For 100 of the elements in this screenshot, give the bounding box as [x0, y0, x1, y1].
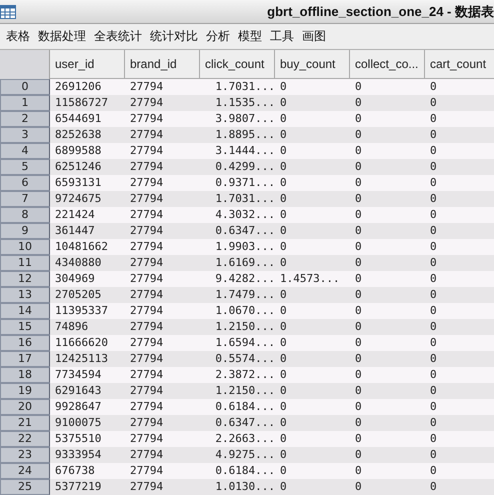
- table-cell-text: 27794: [129, 479, 164, 495]
- row-header: 4: [0, 143, 50, 159]
- table-cell-text: 0: [354, 319, 363, 335]
- table-cell-text: 0: [279, 479, 288, 495]
- table-cell-text: 0.6184...: [214, 399, 275, 415]
- table-cell-text: 676738: [54, 463, 96, 479]
- table-cell-text: 0: [279, 159, 288, 175]
- table-cell-text: 7734594: [54, 367, 102, 383]
- table-cell-text: 2705205: [54, 287, 102, 303]
- row-header: 6: [0, 175, 50, 191]
- menu-item[interactable]: 工具: [270, 28, 294, 45]
- table-cell-text: 0.6347...: [214, 223, 275, 239]
- table-cell-text: 0: [279, 239, 288, 255]
- table-cell-text: 1.2150...: [214, 383, 275, 399]
- table-cell-text: 0: [354, 159, 363, 175]
- table-cell-text: 0: [354, 447, 363, 463]
- table-cell-text: 4.9275...: [214, 447, 275, 463]
- table-cell-text: 2.3872...: [214, 367, 275, 383]
- table-cell-text: 0.6184...: [214, 463, 275, 479]
- table-cell-text: 0: [354, 175, 363, 191]
- table-cell-text: 1.4573...: [279, 271, 341, 287]
- column-header[interactable]: buy_count: [275, 50, 350, 79]
- row-header: 22: [0, 431, 50, 447]
- table-cell-text: 1.9903...: [214, 239, 275, 255]
- table-cell-text: 27794: [129, 79, 164, 95]
- table-cell-text: 9.4282...: [214, 271, 275, 287]
- table-cell-text: 10481662: [54, 239, 109, 255]
- row-header: 5: [0, 159, 50, 175]
- table-cell-text: 0: [354, 287, 363, 303]
- corner-header: [0, 50, 50, 79]
- table-cell-text: 0.4299...: [214, 159, 275, 175]
- table-cell-text: 0: [279, 463, 288, 479]
- table-cell-text: 3.9807...: [214, 111, 275, 127]
- table-cell-text: 8252638: [54, 127, 102, 143]
- row-header: 18: [0, 367, 50, 383]
- table-cell-text: 0: [429, 415, 438, 431]
- row-header: 24: [0, 463, 50, 479]
- table-cell-text: 0: [279, 207, 288, 223]
- table-cell-text: 12425113: [54, 351, 109, 367]
- table-cell-text: 0: [429, 287, 438, 303]
- table-cell-text: 27794: [129, 95, 164, 111]
- table-cell-text: 1.6169...: [214, 255, 275, 271]
- table-cell-text: 27794: [129, 335, 164, 351]
- table-cell-text: 0: [429, 95, 438, 111]
- table-cell-text: 3.1444...: [214, 143, 275, 159]
- menu-item[interactable]: 模型: [238, 28, 262, 45]
- table-cell-text: 0: [354, 191, 363, 207]
- table-cell-text: 1.1535...: [214, 95, 275, 111]
- table-cell-text: 27794: [129, 159, 164, 175]
- table-cell-text: 6899588: [54, 143, 102, 159]
- menu-item[interactable]: 统计对比: [150, 28, 198, 45]
- table-cell-text: 9333954: [54, 447, 102, 463]
- table-cell-text: 0: [279, 143, 288, 159]
- table-cell-text: 0: [354, 303, 363, 319]
- column-header[interactable]: cart_count: [425, 50, 494, 79]
- table-cell-text: 0: [279, 223, 288, 239]
- table-cell-text: 11586727: [54, 95, 109, 111]
- table-cell-text: 0: [429, 463, 438, 479]
- menu-item[interactable]: 画图: [302, 28, 326, 45]
- table-cell-text: 0: [429, 335, 438, 351]
- column-header[interactable]: brand_id: [125, 50, 200, 79]
- menu-item[interactable]: 分析: [206, 28, 230, 45]
- table-cell-text: 0: [354, 479, 363, 495]
- table-cell-text: 221424: [54, 207, 96, 223]
- window-title: gbrt_offline_section_one_24 - 数据表: [267, 2, 494, 20]
- table-cell-text: 27794: [129, 367, 164, 383]
- table-cell-text: 27794: [129, 399, 164, 415]
- table-cell-text: 27794: [129, 271, 164, 287]
- table-cell-text: 1.2150...: [214, 319, 275, 335]
- table-cell-text: 0: [279, 287, 288, 303]
- table-cell-text: 0: [354, 223, 363, 239]
- table-cell-text: 0: [429, 399, 438, 415]
- table-cell-text: 0: [279, 447, 288, 463]
- table-cell-text: 0: [279, 383, 288, 399]
- table-cell-text: 0: [279, 255, 288, 271]
- row-header: 2: [0, 111, 50, 127]
- table-cell-text: 0: [354, 431, 363, 447]
- table-cell-text: 27794: [129, 127, 164, 143]
- table-cell-text: 27794: [129, 191, 164, 207]
- table-cell-text: 361447: [54, 223, 96, 239]
- menu-item[interactable]: 全表统计: [94, 28, 142, 45]
- row-header: 11: [0, 255, 50, 271]
- table-cell-text: 0: [429, 479, 438, 495]
- table-cell-text: 11666620: [54, 335, 109, 351]
- table-cell-text: 0: [429, 383, 438, 399]
- menu-item[interactable]: 表格: [6, 28, 30, 45]
- table-cell-text: 0: [354, 207, 363, 223]
- table-cell-text: 27794: [129, 319, 164, 335]
- row-header: 20: [0, 399, 50, 415]
- table-cell-text: 6291643: [54, 383, 102, 399]
- column-header[interactable]: user_id: [50, 50, 125, 79]
- column-header[interactable]: click_count: [200, 50, 275, 79]
- table-cell-text: 0: [429, 319, 438, 335]
- table-cell-text: 0: [279, 367, 288, 383]
- table-cell-text: 0: [354, 95, 363, 111]
- menu-item[interactable]: 数据处理: [38, 28, 86, 45]
- table-cell-text: 27794: [129, 239, 164, 255]
- table-cell-text: 9100075: [54, 415, 102, 431]
- column-header[interactable]: collect_co...: [350, 50, 425, 79]
- row-header: 25: [0, 479, 50, 495]
